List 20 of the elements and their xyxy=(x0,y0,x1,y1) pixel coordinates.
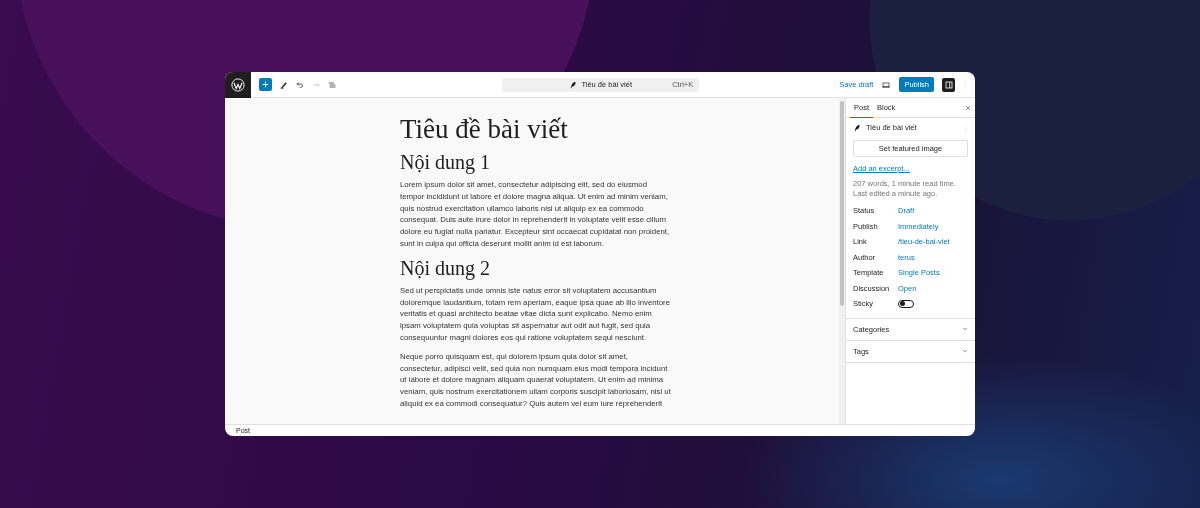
close-icon xyxy=(965,104,971,111)
scrollbar[interactable] xyxy=(839,98,845,424)
undo-icon[interactable] xyxy=(296,80,304,89)
sidebar-icon xyxy=(944,80,953,89)
add-block-button[interactable] xyxy=(259,78,272,91)
chevron-icon xyxy=(962,326,968,332)
desktop-preview-icon[interactable] xyxy=(881,80,892,89)
close-button[interactable] xyxy=(965,104,971,111)
sticky-toggle[interactable] xyxy=(898,299,914,308)
post-title[interactable]: Tiêu đề bài viết xyxy=(400,114,672,145)
quill-icon xyxy=(569,80,578,89)
chevron-icon xyxy=(962,348,968,354)
heading-block[interactable]: Nội dung 2 xyxy=(400,256,672,280)
settings-toggle-button[interactable] xyxy=(942,77,955,92)
pencil-icon[interactable] xyxy=(280,80,288,89)
logo-button[interactable] xyxy=(225,72,251,98)
plus-icon xyxy=(262,81,269,88)
heading-block[interactable]: Nội dung 1 xyxy=(400,151,672,174)
logo-icon xyxy=(231,77,245,92)
quill-icon xyxy=(853,123,861,132)
